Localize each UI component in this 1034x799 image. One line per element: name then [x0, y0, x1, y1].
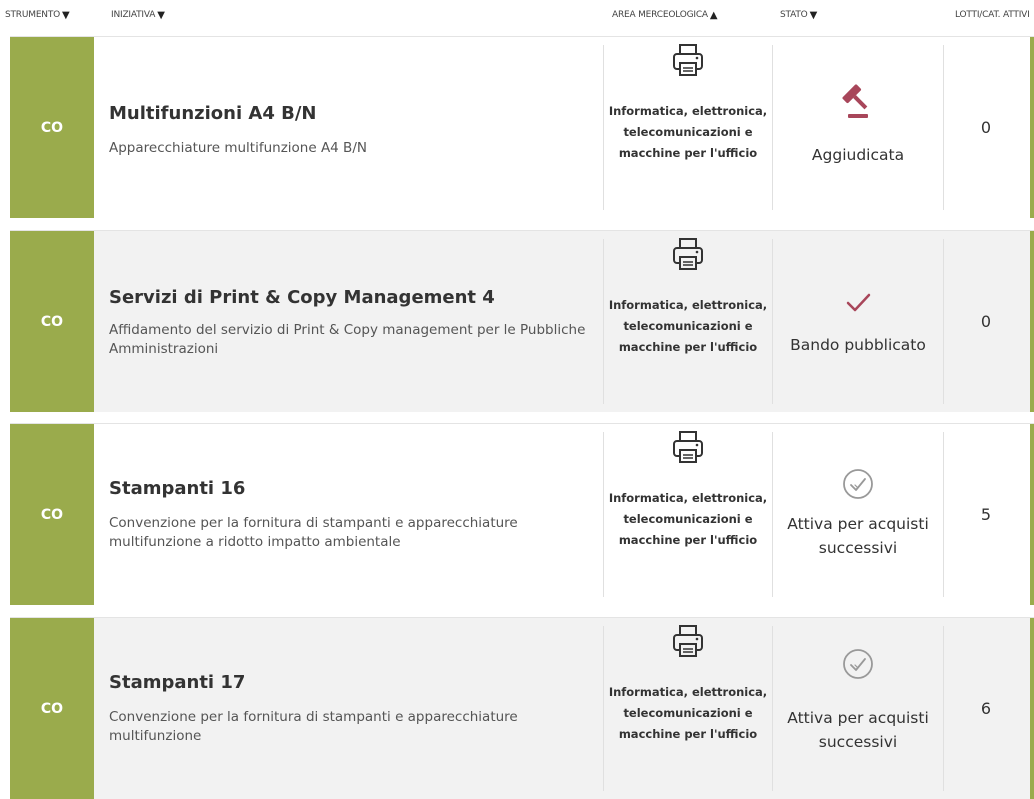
- stato-text: Aggiudicata: [811, 146, 905, 164]
- circle-check-icon: [843, 649, 873, 679]
- table-header: STRUMENTO ▼ INIZIATIVA ▼ AREA MERCEOLOGI…: [0, 0, 1034, 36]
- header-stato-label: STATO: [780, 10, 808, 20]
- table-row[interactable]: CO Stampanti 17 Convenzione per la forni…: [10, 617, 1034, 799]
- iniziativa-description: Affidamento del servizio di Print & Copy…: [109, 322, 586, 357]
- iniziativa-description: Convenzione per la fornitura di stampant…: [109, 709, 518, 744]
- header-strumento-label: STRUMENTO: [5, 10, 61, 20]
- sort-lotti[interactable]: LOTTI/CAT. ATTIVI: [955, 10, 1030, 20]
- printer-icon: [673, 431, 703, 463]
- sort-desc-icon: ▼: [62, 9, 70, 21]
- area-merceologica-text: Informatica, elettronica, telecomunicazi…: [608, 685, 768, 741]
- area-merceologica-text: Informatica, elettronica, telecomunicazi…: [608, 298, 768, 354]
- sort-desc-icon: ▼: [157, 9, 165, 21]
- row-accent-bar: [1030, 424, 1034, 605]
- strumento-badge: CO: [10, 618, 94, 799]
- iniziativa-description: Convenzione per la fornitura di stampant…: [109, 515, 518, 550]
- header-area-label: AREA MERCEOLOGICA: [612, 10, 708, 20]
- gavel-icon: [842, 84, 868, 118]
- sort-stato[interactable]: STATO ▼: [780, 10, 817, 20]
- iniziativa-title[interactable]: Servizi di Print & Copy Management 4: [109, 287, 495, 308]
- table-row[interactable]: CO Servizi di Print & Copy Management 4 …: [10, 230, 1034, 412]
- sort-desc-icon: ▼: [809, 9, 818, 21]
- sort-area-merceologica[interactable]: AREA MERCEOLOGICA ▲: [612, 9, 718, 21]
- stato-text: Bando pubblicato: [790, 336, 926, 354]
- header-iniziativa-label: INIZIATIVA: [111, 10, 156, 20]
- table-row[interactable]: CO Stampanti 16 Convenzione per la forni…: [10, 423, 1034, 605]
- stato-text: Attiva per acquisti successivi: [787, 709, 929, 751]
- strumento-badge: CO: [10, 231, 94, 412]
- printer-icon: [673, 44, 703, 76]
- iniziativa-title[interactable]: Stampanti 17: [109, 672, 245, 693]
- iniziativa-title[interactable]: Stampanti 16: [109, 478, 245, 499]
- table-row[interactable]: CO Multifunzioni A4 B/N Apparecchiature …: [10, 36, 1034, 218]
- printer-icon: [673, 238, 703, 270]
- lotti-count: 0: [980, 312, 992, 331]
- stato-text: Attiva per acquisti successivi: [787, 515, 929, 557]
- row-accent-bar: [1030, 618, 1034, 799]
- iniziativa-title[interactable]: Multifunzioni A4 B/N: [109, 103, 316, 124]
- header-lotti-label: LOTTI/CAT. ATTIVI: [955, 10, 1030, 20]
- sort-iniziativa[interactable]: INIZIATIVA ▼: [111, 10, 165, 20]
- circle-check-icon: [843, 469, 873, 499]
- row-accent-bar: [1030, 231, 1034, 412]
- printer-icon: [673, 625, 703, 657]
- lotti-count: 0: [980, 118, 992, 137]
- checkmark-icon: [846, 293, 871, 312]
- area-merceologica-text: Informatica, elettronica, telecomunicazi…: [608, 491, 768, 547]
- iniziativa-description: Apparecchiature multifunzione A4 B/N: [109, 140, 367, 156]
- row-accent-bar: [1030, 37, 1034, 218]
- sort-strumento[interactable]: STRUMENTO ▼: [5, 10, 70, 20]
- sort-asc-icon: ▲: [709, 9, 718, 21]
- area-merceologica-text: Informatica, elettronica, telecomunicazi…: [608, 104, 768, 160]
- strumento-badge: CO: [10, 424, 94, 605]
- lotti-count: 6: [980, 699, 992, 718]
- lotti-count: 5: [980, 505, 992, 524]
- strumento-badge: CO: [10, 37, 94, 218]
